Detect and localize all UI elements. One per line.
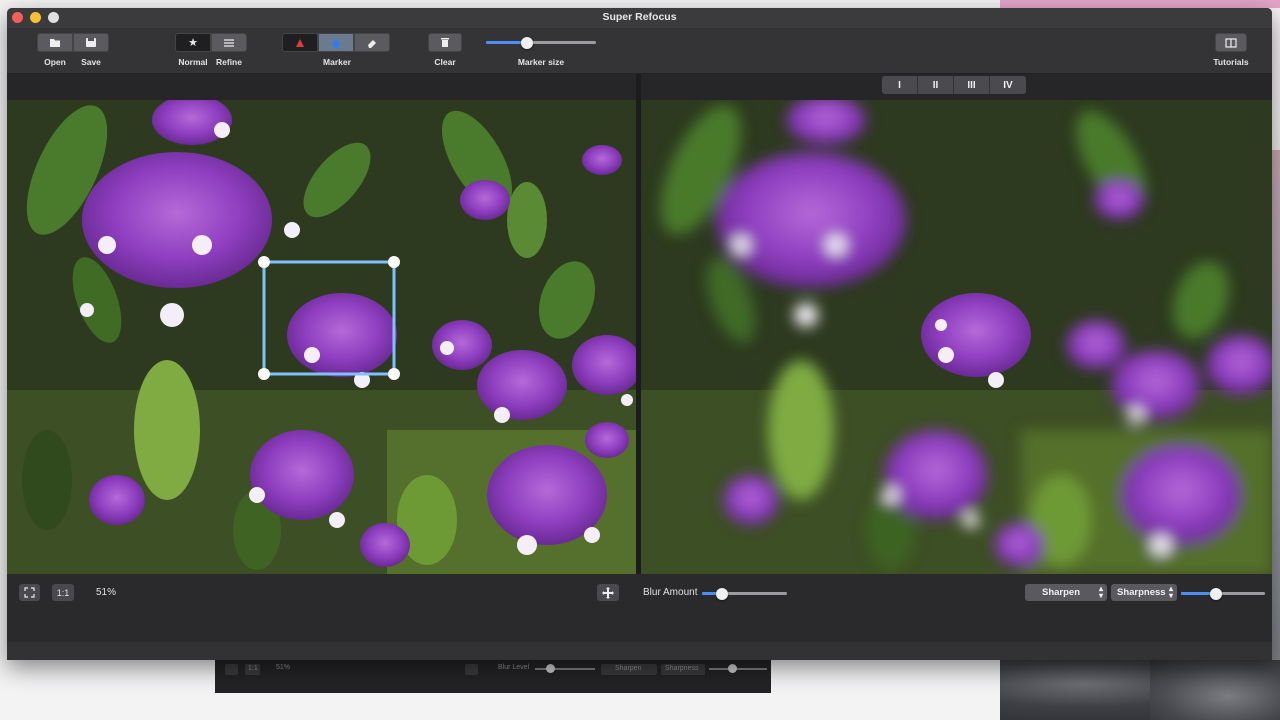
sharpness-popup[interactable]: Sharpness ▴ ▾: [1111, 584, 1177, 601]
move-icon: [602, 586, 614, 599]
blur-amount-label: Blur Amount: [643, 587, 698, 598]
clear-button[interactable]: [428, 33, 462, 52]
sharpness-knob[interactable]: [1210, 588, 1222, 600]
background-blur-knob: [546, 664, 555, 673]
background-one-to-one: 1:1: [245, 664, 260, 675]
refocused-photo[interactable]: [641, 100, 1272, 574]
blur-amount-knob[interactable]: [716, 588, 728, 600]
open-icon: [50, 39, 60, 47]
refine-mode-button[interactable]: [211, 33, 247, 52]
marker-background-button[interactable]: [318, 33, 354, 52]
save-label: Save: [81, 57, 101, 67]
window-status-bar: [7, 642, 1272, 660]
actual-size-button[interactable]: 1:1: [52, 584, 74, 601]
background-sharpness-popup: Sharpness: [661, 664, 705, 675]
selection-handle[interactable]: [388, 256, 400, 268]
clear-label: Clear: [434, 57, 456, 67]
open-button[interactable]: [37, 33, 73, 52]
selection-handle[interactable]: [258, 256, 270, 268]
eraser-icon: [368, 39, 376, 48]
eraser-button[interactable]: [354, 33, 390, 52]
sharpness-value: Sharpness: [1117, 587, 1166, 598]
fullscreen-icon: [24, 587, 35, 598]
background-blur-label: Blur Level: [498, 664, 530, 671]
toolbar: Open Save ★ Normal Refine Marker Clear M…: [7, 28, 1272, 74]
background-sharpness-track: [709, 668, 767, 670]
title-bar[interactable]: Super Refocus: [7, 8, 1272, 28]
fit-to-window-button[interactable]: [19, 584, 40, 601]
star-icon: ★: [188, 37, 198, 49]
view-mode-3[interactable]: III: [954, 76, 990, 94]
marker-size-label: Marker size: [517, 57, 565, 67]
desktop-accent-bar: [1000, 0, 1280, 8]
open-label: Open: [44, 57, 66, 67]
normal-mode-button[interactable]: ★: [175, 33, 211, 52]
popup-arrows-icon: ▴ ▾: [1098, 584, 1103, 600]
view-mode-control: I II III IV: [882, 74, 1026, 96]
background-blur-track: [535, 668, 595, 670]
desktop-wallpaper-rock-highlight: [1150, 660, 1280, 720]
flower-photo: [7, 100, 636, 574]
selection-handle[interactable]: [388, 368, 400, 380]
source-image-pane: [7, 74, 636, 574]
save-icon: [86, 38, 96, 47]
view-mode-4[interactable]: IV: [990, 76, 1026, 94]
background-zoom: 51%: [276, 664, 291, 671]
refine-label: Refine: [216, 57, 242, 67]
marker-foreground-button[interactable]: [282, 33, 318, 52]
window-title: Super Refocus: [602, 11, 677, 23]
background-fit-button: [225, 664, 238, 675]
tutorials-icon: [1225, 37, 1237, 48]
pan-button[interactable]: [597, 584, 619, 601]
background-sharpness-knob: [728, 664, 737, 673]
background-window-footer: 1:1 51% Blur Level Sharpen Sharpness: [215, 656, 771, 693]
blurred-flower-photo: [641, 100, 1272, 574]
preview-pane: I II III IV: [641, 74, 1272, 574]
selection-handle[interactable]: [258, 368, 270, 380]
background-move-button: [465, 664, 478, 675]
marker-label: Marker: [323, 57, 351, 67]
background-sharpen-popup: Sharpen: [601, 664, 657, 675]
bottom-controls: 1:1 51% Blur Amount Sharpen ▴ ▾ Sharpness…: [7, 574, 1272, 642]
popup-arrows-icon: ▴ ▾: [1168, 584, 1173, 600]
app-window: Super Refocus Open Save ★ Normal Refine: [7, 8, 1272, 660]
view-mode-1[interactable]: I: [882, 76, 918, 94]
view-mode-2[interactable]: II: [918, 76, 954, 94]
trash-icon: [441, 38, 449, 47]
sharpen-value: Sharpen: [1042, 587, 1081, 598]
zoom-level: 51%: [96, 587, 117, 598]
marker-red-icon: [296, 38, 304, 47]
marker-blue-icon: [332, 37, 340, 48]
refine-icon: [224, 38, 234, 47]
sharpen-popup[interactable]: Sharpen ▴ ▾: [1025, 584, 1107, 601]
tutorials-button[interactable]: [1215, 33, 1247, 52]
source-photo[interactable]: [7, 100, 636, 574]
save-button[interactable]: [73, 33, 109, 52]
tutorials-label: Tutorials: [1213, 57, 1249, 67]
marker-size-knob[interactable]: [521, 37, 533, 49]
